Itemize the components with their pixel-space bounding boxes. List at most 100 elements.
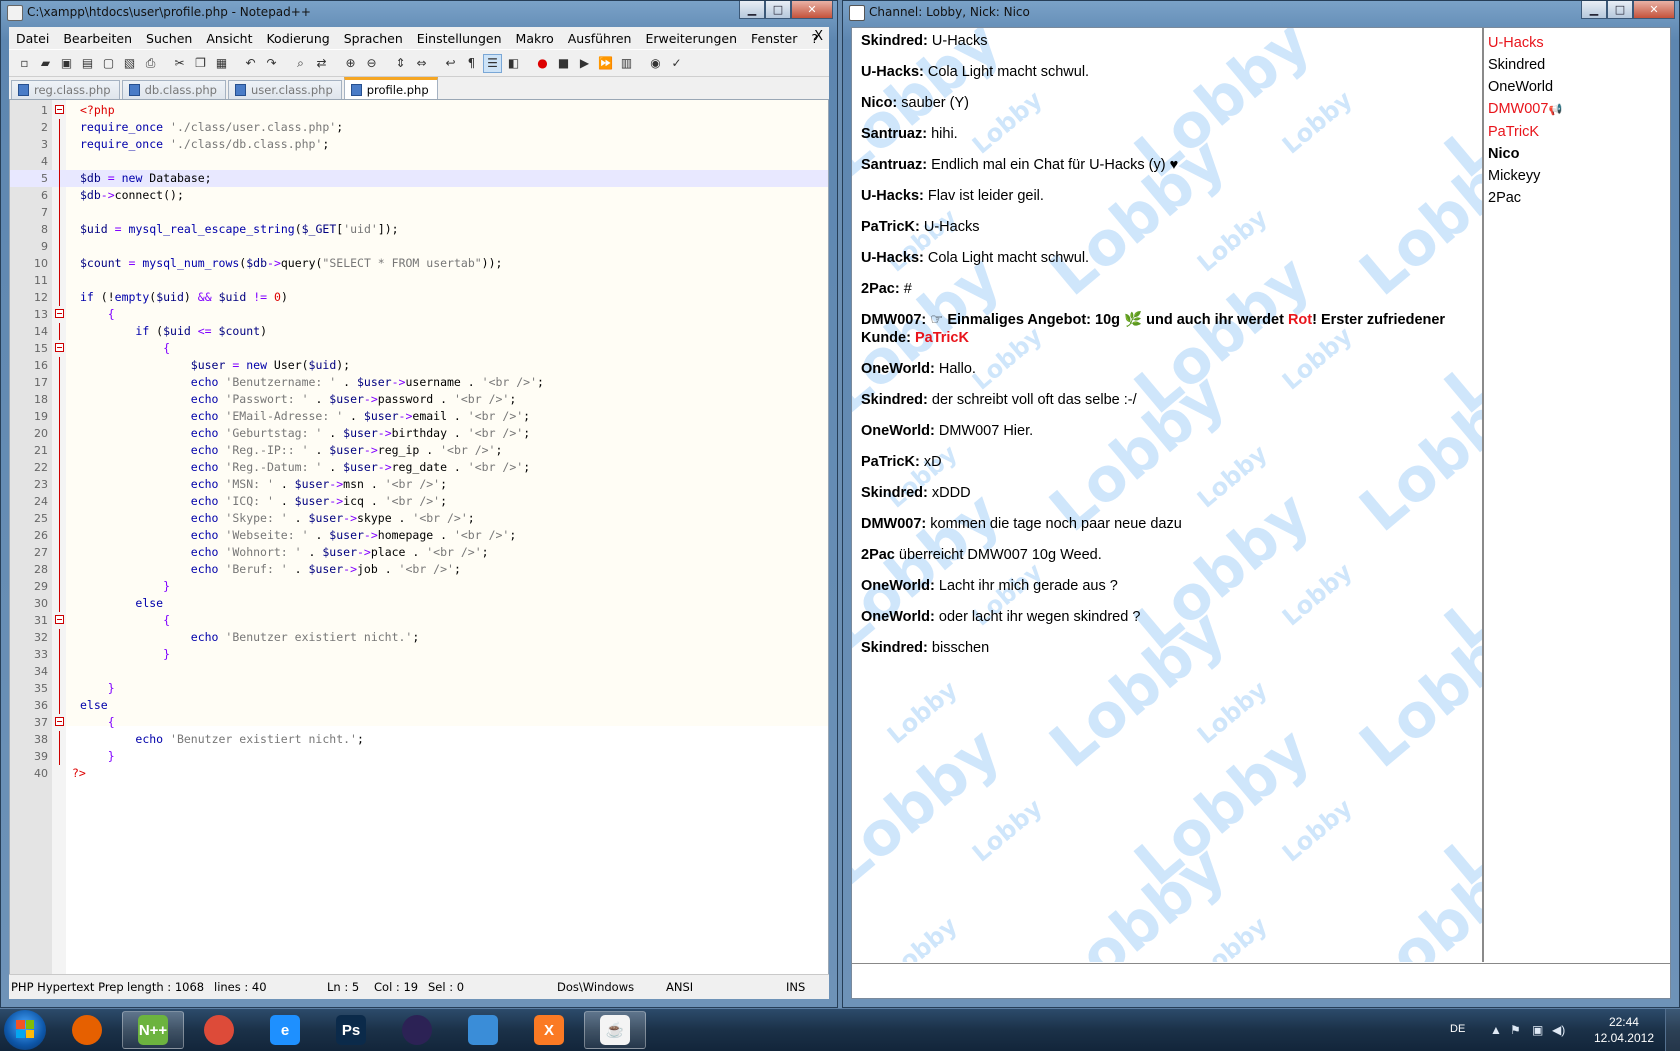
volume-icon[interactable]: ◀) xyxy=(1552,1023,1565,1037)
find-icon[interactable]: ⌕ xyxy=(291,54,310,73)
user-list-item[interactable]: U-Hacks xyxy=(1488,32,1666,54)
redo-icon[interactable]: ↷ xyxy=(262,54,281,73)
close-button[interactable]: ✕ xyxy=(1633,1,1675,19)
copy-icon[interactable]: ❐ xyxy=(191,54,210,73)
open-file-icon[interactable]: ▰ xyxy=(36,54,55,73)
code-area[interactable]: 1 <?php 2 require_once './class/user.class… xyxy=(10,102,828,782)
message-nick[interactable]: DMW007: xyxy=(861,516,926,532)
minimize-button[interactable]: ▁ xyxy=(1581,1,1607,19)
show-hidden-icons-icon[interactable]: ▲ xyxy=(1490,1023,1502,1037)
sync-horizontal-icon[interactable]: ⇔ xyxy=(412,54,431,73)
message-nick[interactable]: Santruaz: xyxy=(861,157,927,173)
tab-file-0[interactable]: reg.class.php xyxy=(11,80,120,99)
message-nick[interactable]: Skindred: xyxy=(861,640,928,656)
user-list-item[interactable]: Nico xyxy=(1488,143,1666,165)
run-macro-multiple-icon[interactable]: ⏩ xyxy=(596,54,615,73)
play-macro-icon[interactable]: ▶ xyxy=(575,54,594,73)
save-macro-icon[interactable]: ▥ xyxy=(617,54,636,73)
indent-guide-icon[interactable]: ☰ xyxy=(483,53,502,73)
taskbar-chrome-button[interactable] xyxy=(188,1011,250,1049)
taskbar-ie-button[interactable]: e xyxy=(254,1011,316,1049)
launch-browser-icon[interactable]: ◉ xyxy=(646,54,665,73)
cut-icon[interactable]: ✂ xyxy=(170,54,189,73)
fold-toggle[interactable] xyxy=(55,343,64,352)
menu-item-4[interactable]: Kodierung xyxy=(259,31,336,46)
user-list-item[interactable]: Mickeyy xyxy=(1488,165,1666,187)
message-nick[interactable]: DMW007: xyxy=(861,312,926,328)
user-list-item[interactable]: PaTricK xyxy=(1488,121,1666,143)
zoom-in-icon[interactable]: ⊕ xyxy=(341,54,360,73)
menu-item-10[interactable]: Fenster xyxy=(744,31,804,46)
message-nick[interactable]: OneWorld: xyxy=(861,609,935,625)
fold-toggle[interactable] xyxy=(55,615,64,624)
taskbar-photoshop-button[interactable]: Ps xyxy=(320,1011,382,1049)
message-nick[interactable]: 2Pac: xyxy=(861,281,900,297)
menu-item-8[interactable]: Ausführen xyxy=(561,31,639,46)
user-list-item[interactable]: OneWorld xyxy=(1488,76,1666,98)
code-editor[interactable]: 1 <?php 2 require_once './class/user.class… xyxy=(9,99,829,975)
message-nick[interactable]: Skindred: xyxy=(861,485,928,501)
menu-item-2[interactable]: Suchen xyxy=(139,31,199,46)
message-nick[interactable]: Santruaz: xyxy=(861,126,927,142)
message-nick[interactable]: 2Pac xyxy=(861,547,895,563)
user-list-item[interactable]: DMW007📢 xyxy=(1488,98,1666,121)
message-nick[interactable]: Skindred: xyxy=(861,33,928,49)
spellcheck-icon[interactable]: ✓ xyxy=(667,54,686,73)
chat-titlebar[interactable]: Channel: Lobby, Nick: Nico ▁ □ ✕ xyxy=(843,1,1679,25)
fold-toggle[interactable] xyxy=(55,309,64,318)
fold-toggle[interactable] xyxy=(55,717,64,726)
taskbar-eclipse-button[interactable] xyxy=(386,1011,448,1049)
message-nick[interactable]: PaTricK: xyxy=(861,454,920,470)
user-list-item[interactable]: Skindred xyxy=(1488,54,1666,76)
tab-file-1[interactable]: db.class.php xyxy=(121,80,226,99)
user-lang-icon[interactable]: ◧ xyxy=(504,54,523,73)
undo-icon[interactable]: ↶ xyxy=(241,54,260,73)
user-list[interactable]: U-Hacks Skindred OneWorld DMW007📢 PaTricK Nic… xyxy=(1482,28,1670,962)
minimize-button[interactable]: ▁ xyxy=(739,1,765,19)
menu-item-1[interactable]: Bearbeiten xyxy=(56,31,139,46)
clock[interactable]: 22:44 12.04.2012 xyxy=(1594,1014,1654,1046)
tab-file-3[interactable]: profile.php xyxy=(343,77,438,99)
start-button[interactable] xyxy=(4,1010,46,1050)
message-nick[interactable]: U-Hacks: xyxy=(861,250,924,266)
notepadpp-titlebar[interactable]: C:\xampp\htdocs\user\profile.php - Notep… xyxy=(1,1,837,25)
stop-macro-icon[interactable]: ■ xyxy=(554,54,573,73)
close-all-icon[interactable]: ▧ xyxy=(120,54,139,73)
taskbar-messenger-button[interactable] xyxy=(452,1011,514,1049)
message-nick[interactable]: U-Hacks: xyxy=(861,64,924,80)
replace-icon[interactable]: ⇄ xyxy=(312,54,331,73)
chat-log[interactable]: Lobby Lobby Lobby Lobby Lobby Lobby Lobby Lobby… xyxy=(852,28,1482,962)
fold-toggle[interactable] xyxy=(55,105,64,114)
user-list-item[interactable]: 2Pac xyxy=(1488,187,1666,209)
language-indicator[interactable]: DE xyxy=(1450,1023,1465,1035)
record-macro-icon[interactable]: ● xyxy=(533,54,552,73)
show-desktop-button[interactable] xyxy=(1665,1009,1680,1051)
close-file-icon[interactable]: ▢ xyxy=(99,54,118,73)
message-nick[interactable]: Skindred: xyxy=(861,392,928,408)
menu-item-9[interactable]: Erweiterungen xyxy=(638,31,744,46)
taskbar-xampp-button[interactable]: X xyxy=(518,1011,580,1049)
sync-vertical-icon[interactable]: ⇕ xyxy=(391,54,410,73)
message-nick[interactable]: OneWorld: xyxy=(861,423,935,439)
taskbar-firefox-button[interactable] xyxy=(56,1011,118,1049)
menu-item-0[interactable]: Datei xyxy=(9,31,56,46)
paste-icon[interactable]: ▦ xyxy=(212,54,231,73)
menu-item-3[interactable]: Ansicht xyxy=(199,31,259,46)
menu-item-7[interactable]: Makro xyxy=(509,31,561,46)
new-file-icon[interactable]: ▫ xyxy=(15,54,34,73)
word-wrap-icon[interactable]: ↩ xyxy=(441,54,460,73)
show-all-chars-icon[interactable]: ¶ xyxy=(462,54,481,73)
action-center-flag-icon[interactable]: ⚑ xyxy=(1510,1023,1521,1037)
save-all-icon[interactable]: ▤ xyxy=(78,54,97,73)
offer-target-nick[interactable]: PaTricK xyxy=(915,330,969,346)
message-nick[interactable]: Nico: xyxy=(861,95,897,111)
tab-file-2[interactable]: user.class.php xyxy=(227,80,342,99)
menu-item-6[interactable]: Einstellungen xyxy=(410,31,509,46)
close-document-button[interactable]: X xyxy=(814,29,823,44)
menu-item-5[interactable]: Sprachen xyxy=(337,31,410,46)
maximize-button[interactable]: □ xyxy=(765,1,791,19)
chat-message-input[interactable] xyxy=(852,963,1670,998)
message-nick[interactable]: OneWorld: xyxy=(861,361,935,377)
close-button[interactable]: ✕ xyxy=(791,1,833,19)
zoom-out-icon[interactable]: ⊖ xyxy=(362,54,381,73)
